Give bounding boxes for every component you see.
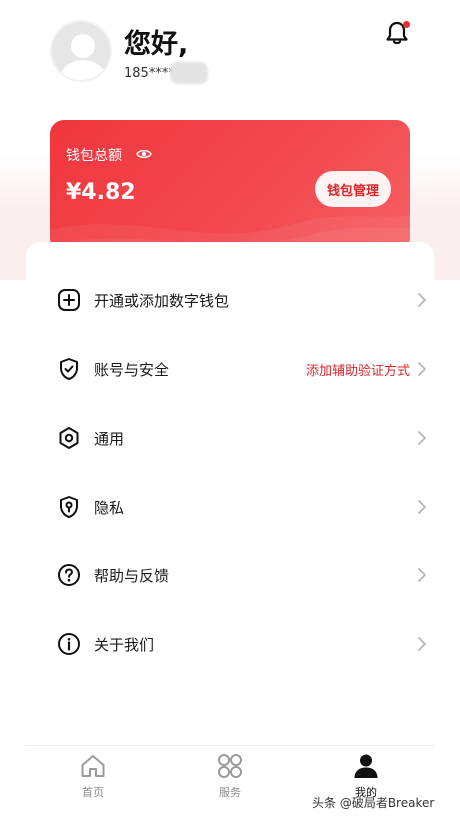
masked-phone-number: 185**** [124,66,175,81]
phone-blur-mask [170,62,208,84]
avatar-head-shape [71,34,95,58]
menu-item-label: 开通或添加数字钱包 [94,291,230,310]
chevron-right-icon [418,362,426,376]
watermark-text: 头条 @破局者Breaker [312,796,435,810]
wallet-manage-button[interactable]: 钱包管理 [315,171,391,207]
menu-item-account-security[interactable]: 账号与安全 添加辅助验证方式 [56,344,434,394]
plus-square-icon [56,287,82,313]
avatar[interactable] [50,20,112,82]
menu-item-general[interactable]: 通用 [56,413,434,463]
info-icon [56,631,82,657]
menu-item-about-us[interactable]: 关于我们 [56,619,434,669]
help-icon [56,562,82,588]
eye-icon[interactable] [136,147,152,161]
grid-icon [218,754,242,778]
home-icon [81,755,105,777]
wallet-total-label: 钱包总额 [66,148,122,164]
privacy-shield-icon [56,494,82,520]
notification-dot [403,21,410,28]
tab-home[interactable]: 首页 [53,752,133,812]
tab-home-label: 首页 [82,786,104,799]
menu-item-label: 关于我们 [94,635,155,654]
chevron-right-icon [418,293,426,307]
menu-item-label: 隐私 [94,498,125,517]
wallet-amount: ¥4.82 [66,180,136,205]
tab-services-label: 服务 [219,786,241,799]
screen: 您好, 185**** 钱包总额 ¥4.82 钱包管理 开通或添加数字钱包 账号… [0,0,460,820]
chevron-right-icon [418,568,426,582]
settings-menu: 开通或添加数字钱包 账号与安全 添加辅助验证方式 通用 隐私 帮助与反馈 关于我… [26,242,434,752]
menu-item-open-wallet[interactable]: 开通或添加数字钱包 [56,275,434,325]
chevron-right-icon [418,637,426,651]
menu-item-help-feedback[interactable]: 帮助与反馈 [56,550,434,600]
user-icon [354,754,378,778]
hexagon-gear-icon [56,425,82,451]
chevron-right-icon [418,500,426,514]
avatar-body-shape [60,60,106,80]
tab-services[interactable]: 服务 [190,752,270,812]
chevron-right-icon [418,431,426,445]
add-verification-hint[interactable]: 添加辅助验证方式 [306,360,410,379]
menu-item-label: 帮助与反馈 [94,566,170,585]
greeting-text: 您好, [124,29,189,60]
menu-item-privacy[interactable]: 隐私 [56,482,434,532]
shield-check-icon [56,356,82,382]
menu-item-label: 通用 [94,429,125,448]
menu-item-label: 账号与安全 [94,360,170,379]
wallet-card[interactable]: 钱包总额 ¥4.82 钱包管理 [50,120,410,252]
